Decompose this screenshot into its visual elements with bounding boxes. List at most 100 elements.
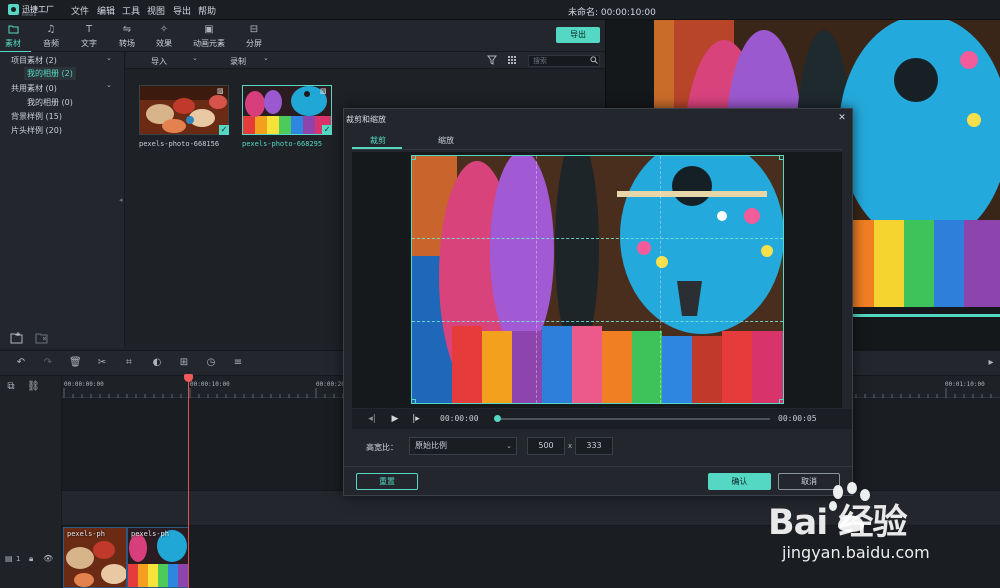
collapse-handle-icon[interactable]: ◂ — [119, 196, 123, 204]
tool-audio-label: 音频 — [43, 39, 59, 48]
add-track-icon[interactable]: ⧉ — [5, 381, 17, 393]
image-element-icon: ▣ — [204, 24, 214, 35]
play-circle-icon[interactable]: ▸ — [985, 357, 997, 369]
menu-view[interactable]: 视图 — [147, 4, 165, 17]
speed-icon[interactable]: ◷ — [205, 357, 217, 369]
redo-icon[interactable]: ↷ — [42, 357, 54, 369]
chevron-down-icon[interactable]: ⌄ — [192, 54, 198, 62]
crop-handle[interactable] — [412, 156, 416, 160]
tool-text[interactable]: T 文字 — [69, 24, 109, 50]
step-back-icon[interactable]: ◂| — [366, 413, 378, 425]
tree-shared-media[interactable]: 共用素材 (0) — [11, 83, 57, 94]
tree-intro-samples[interactable]: 片头样例 (20) — [11, 125, 62, 136]
transition-icon: ⇋ — [122, 24, 132, 35]
tool-effects-label: 效果 — [156, 39, 172, 48]
tool-audio[interactable]: ♫ 音频 — [31, 24, 71, 50]
timecode: 00:00:10:00 — [190, 381, 230, 388]
play-icon[interactable]: ▶ — [389, 413, 401, 425]
image-type-icon: ▨ — [217, 87, 224, 95]
media-name-2: pexels-photo-668295 — [242, 140, 323, 148]
crop-handle[interactable] — [779, 399, 783, 403]
width-field[interactable]: 500 — [527, 437, 565, 455]
tab-divider — [352, 149, 842, 150]
step-forward-icon[interactable]: |▸ — [410, 413, 422, 425]
scrubber-track[interactable] — [497, 418, 770, 420]
tree-my-album-selected[interactable]: 我的相册 (2) — [24, 67, 76, 80]
tree-project-media[interactable]: 项目素材 (2) — [11, 55, 57, 66]
tool-split-screen[interactable]: ⊟ 分屏 — [234, 24, 274, 50]
aspect-ratio-value: 原始比例 — [415, 441, 447, 450]
effects-icon: ✧ — [159, 24, 169, 35]
height-field[interactable]: 333 — [575, 437, 613, 455]
export-button[interactable]: 导出 — [556, 27, 600, 43]
tool-transition[interactable]: ⇋ 转场 — [107, 24, 147, 50]
aspect-ratio-label: 高宽比： — [366, 443, 398, 452]
tree-background-samples[interactable]: 背景样例 (15) — [11, 111, 62, 122]
timecode: 00:01:10:00 — [945, 381, 985, 388]
confirm-button[interactable]: 确认 — [708, 473, 771, 490]
clip-label-2: pexels-ph — [131, 530, 169, 538]
crop-handle[interactable] — [412, 399, 416, 403]
menu-help[interactable]: 帮助 — [198, 4, 216, 17]
chevron-down-icon[interactable]: ⌄ — [263, 54, 269, 62]
watermark-url: jingyan.baidu.com — [782, 543, 930, 562]
playhead-line — [188, 380, 189, 588]
lock-icon[interactable]: 🔒︎ — [29, 554, 33, 564]
scrubber-handle[interactable] — [494, 415, 501, 422]
chevron-down-icon[interactable]: ⌄ — [106, 81, 112, 89]
logo-subtext: filmora — [22, 12, 37, 17]
music-note-icon: ♫ — [46, 24, 56, 35]
tool-elements[interactable]: ▣ 动画元素 — [189, 24, 229, 50]
tool-effects[interactable]: ✧ 效果 — [144, 24, 184, 50]
tab-zoom[interactable]: 缩放 — [438, 135, 454, 146]
track-number: 1 — [16, 555, 21, 563]
video-track-icon: ▤ — [5, 554, 13, 563]
crop-handle[interactable] — [779, 156, 783, 160]
timeline-clip-2[interactable]: pexels-ph — [127, 527, 189, 588]
grid-view-icon[interactable] — [507, 55, 517, 68]
menu-export[interactable]: 导出 — [173, 4, 191, 17]
media-thumbnail-2[interactable] — [242, 85, 332, 135]
watermark-brand: Bai 经验 — [768, 503, 907, 543]
crop-guide-line — [412, 238, 783, 239]
import-dropdown[interactable]: 导入 — [151, 56, 167, 67]
delete-folder-icon[interactable] — [35, 333, 48, 344]
adjust-icon[interactable]: ≡ — [232, 357, 244, 369]
filter-icon[interactable] — [487, 55, 497, 68]
dialog-title: 裁剪和缩放 — [346, 115, 386, 124]
search-icon[interactable] — [590, 56, 598, 67]
aspect-ratio-select[interactable]: 原始比例 ⌄ — [409, 437, 517, 455]
tool-media-label: 素材 — [5, 39, 21, 48]
chevron-down-icon[interactable]: ⌄ — [106, 54, 112, 62]
media-thumbnail-1[interactable] — [139, 85, 229, 135]
reset-button[interactable]: 重置 — [356, 473, 418, 490]
split-screen-icon: ⊟ — [249, 24, 259, 35]
tool-text-label: 文字 — [81, 39, 97, 48]
checkmark-icon: ✓ — [322, 125, 332, 135]
delete-icon[interactable]: 🗑 — [69, 357, 82, 369]
chevron-down-icon: ⌄ — [506, 442, 512, 450]
preview-progress — [852, 314, 1000, 317]
link-icon[interactable]: ⛓ — [27, 381, 40, 393]
text-icon: T — [85, 24, 93, 35]
cut-icon[interactable]: ✂ — [96, 357, 108, 369]
undo-icon[interactable]: ↶ — [15, 357, 27, 369]
menu-edit[interactable]: 编辑 — [97, 4, 115, 17]
dialog-footer-divider — [344, 466, 852, 467]
tab-crop[interactable]: 裁剪 — [370, 135, 386, 146]
new-folder-icon[interactable] — [10, 332, 23, 344]
close-icon[interactable]: ✕ — [837, 113, 847, 123]
record-dropdown[interactable]: 录制 — [230, 56, 246, 67]
timecode: 00:00:00:00 — [64, 381, 104, 388]
tree-my-album[interactable]: 我的相册 (0) — [27, 97, 73, 108]
tool-media[interactable]: 素材 — [0, 24, 33, 53]
green-screen-icon[interactable]: ⊞ — [178, 357, 190, 369]
clip-label-1: pexels-ph — [67, 530, 105, 538]
timeline-clip-1[interactable]: pexels-ph — [63, 527, 127, 588]
eye-icon[interactable]: 👁︎ — [43, 554, 53, 563]
crop-image[interactable] — [411, 155, 784, 404]
color-icon[interactable]: ◐ — [151, 357, 163, 369]
menu-file[interactable]: 文件 — [71, 4, 89, 17]
menu-tools[interactable]: 工具 — [122, 4, 140, 17]
crop-icon[interactable]: ⌗ — [123, 357, 135, 369]
